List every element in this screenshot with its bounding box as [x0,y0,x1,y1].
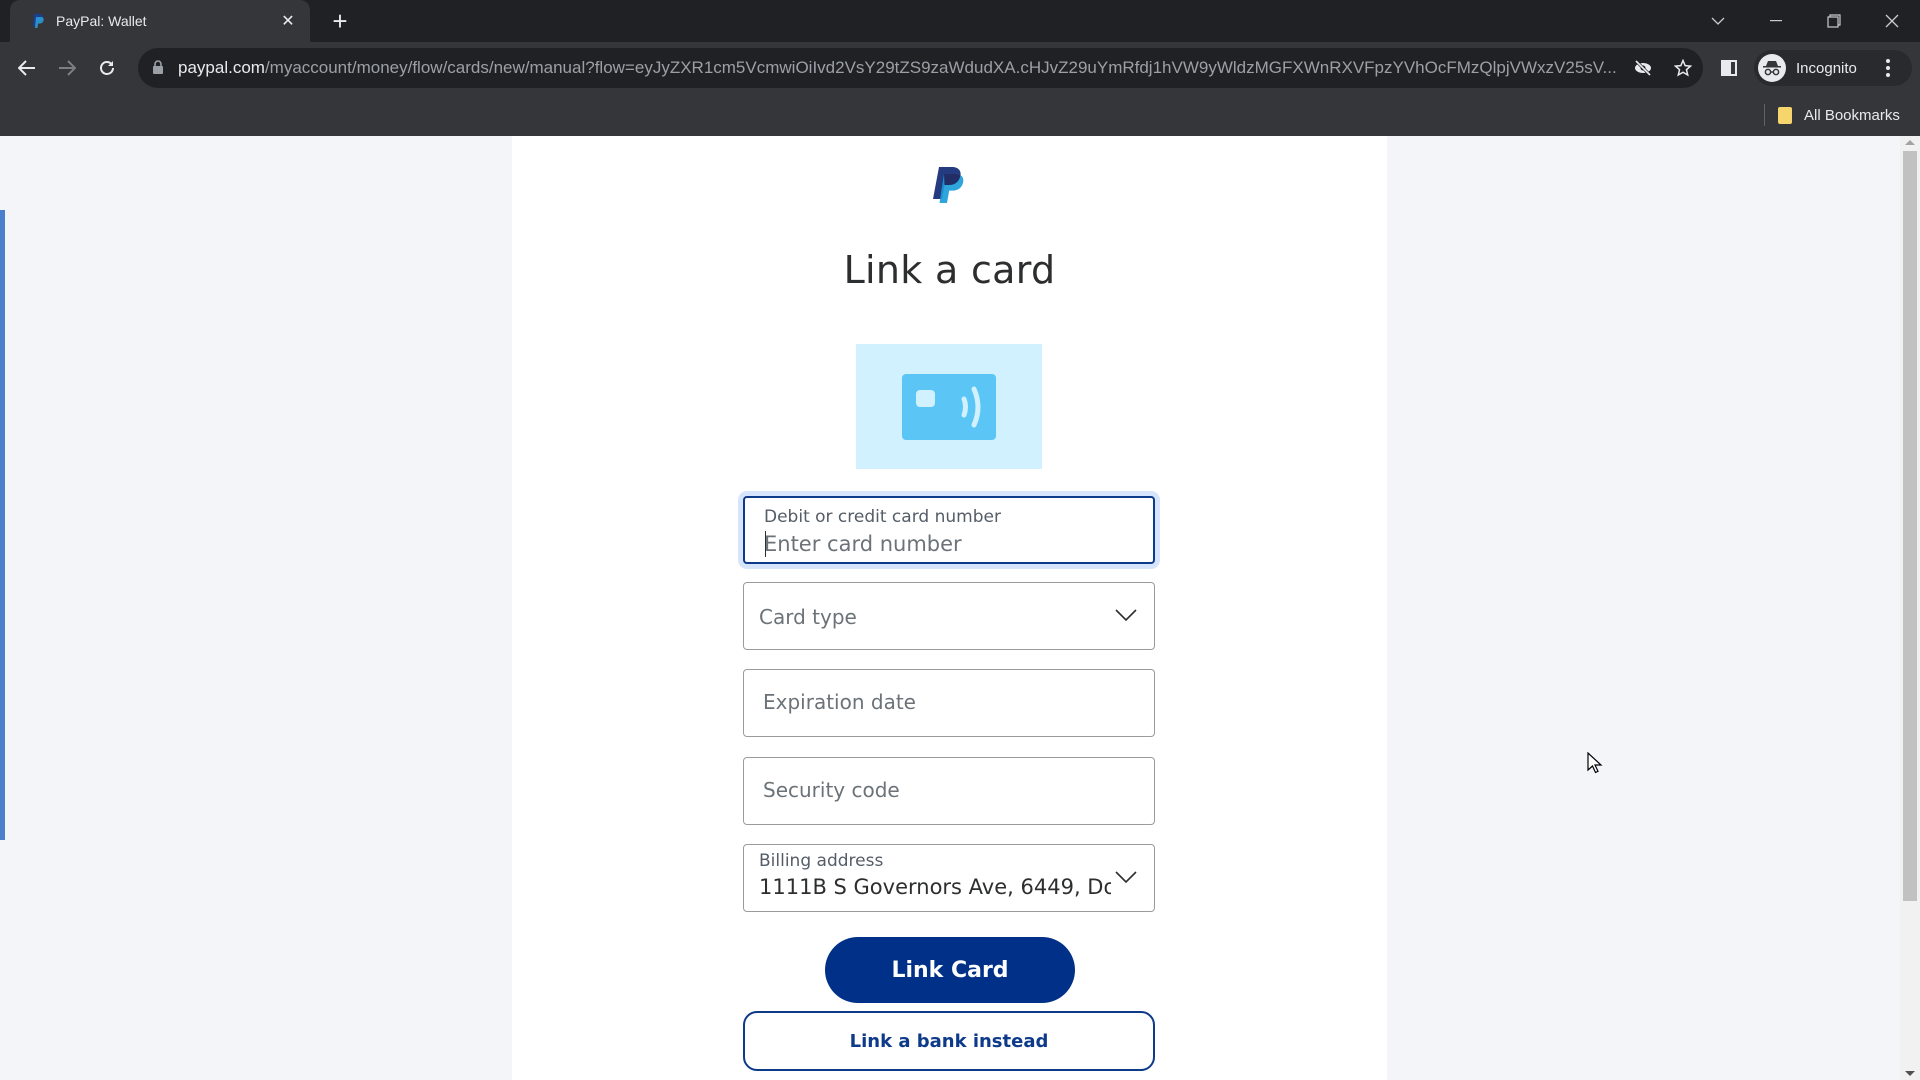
tracking-protection-eye-off-icon[interactable] [1623,48,1663,88]
side-panel-icon[interactable] [1713,52,1745,84]
card-type-select[interactable]: Card type [743,582,1155,650]
close-tab-icon[interactable]: ✕ [278,11,298,31]
mouse-cursor-icon [1587,752,1603,774]
minimize-icon[interactable] [1748,0,1804,42]
side-accent-bar [0,210,5,840]
browser-menu-icon[interactable] [1876,56,1900,80]
tab-paypal-wallet[interactable]: PayPal: Wallet ✕ [10,0,310,42]
link-card-button[interactable]: Link Card [825,937,1075,1003]
contactless-card-icon [902,373,996,440]
card-number-field[interactable]: Debit or credit card number [743,496,1155,564]
security-code-placeholder: Security code [763,778,900,802]
bookmarks-separator [1764,104,1765,126]
page-scrollbar[interactable] [1900,136,1920,1080]
address-bar[interactable]: paypal.com/myaccount/money/flow/cards/ne… [138,48,1703,88]
card-number-label: Debit or credit card number [764,507,1001,527]
security-code-field[interactable]: Security code [743,757,1155,825]
incognito-icon [1758,54,1786,82]
expiration-date-placeholder: Expiration date [763,690,916,714]
paypal-icon [30,13,46,29]
restore-icon[interactable] [1806,0,1862,42]
tab-strip: PayPal: Wallet ✕ + [0,0,1920,42]
close-window-icon[interactable] [1864,0,1920,42]
scroll-down-arrow-icon[interactable] [1905,1071,1915,1076]
paypal-logo-icon [932,166,966,204]
back-icon[interactable] [11,52,43,84]
link-bank-instead-button[interactable]: Link a bank instead [743,1011,1155,1071]
scrollbar-thumb[interactable] [1903,151,1917,901]
new-tab-button[interactable]: + [325,6,355,36]
card-type-placeholder: Card type [759,605,857,629]
text-caret [765,531,766,557]
scroll-up-arrow-icon[interactable] [1905,140,1915,145]
billing-address-select[interactable]: Billing address 1111B S Governors Ave, 6… [743,844,1155,912]
billing-address-value: 1111B S Governors Ave, 6449, Dover, DE 1… [759,875,1111,899]
page-viewport: Link a card Debit or credit card number … [0,136,1920,1080]
reload-icon[interactable] [91,52,123,84]
page-title: Link a card [843,248,1056,292]
url-text[interactable]: paypal.com/myaccount/money/flow/cards/ne… [178,58,1623,78]
billing-address-label: Billing address [759,851,884,871]
tab-search-icon[interactable] [1690,0,1746,42]
card-illustration [856,344,1042,469]
card-number-input[interactable] [764,532,1124,556]
expiration-date-field[interactable]: Expiration date [743,669,1155,737]
bookmark-star-icon[interactable] [1663,48,1703,88]
browser-toolbar: paypal.com/myaccount/money/flow/cards/ne… [0,42,1920,94]
incognito-label: Incognito [1796,59,1857,77]
link-card-panel: Link a card Debit or credit card number … [512,136,1387,1080]
all-bookmarks-button[interactable]: All Bookmarks [1778,102,1900,128]
bookmarks-bar: All Bookmarks [0,94,1920,136]
all-bookmarks-label: All Bookmarks [1804,106,1900,124]
tab-title: PayPal: Wallet [56,13,147,29]
lock-icon [152,60,166,76]
chevron-down-icon [1115,609,1137,622]
chevron-down-icon [1115,871,1137,884]
forward-icon[interactable] [51,52,83,84]
folder-icon [1778,106,1792,124]
